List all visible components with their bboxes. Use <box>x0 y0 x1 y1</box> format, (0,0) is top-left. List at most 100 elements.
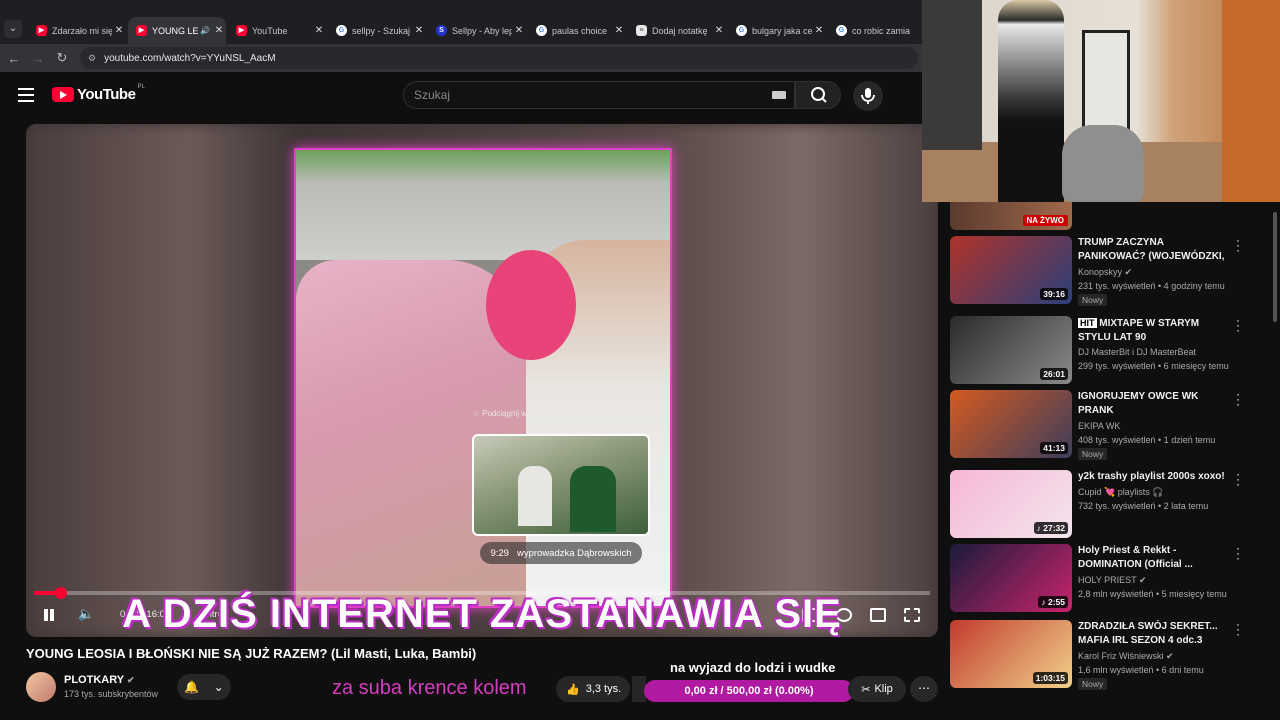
kebab-menu-icon[interactable]: · · · <box>1234 388 1242 410</box>
recommendation-title[interactable]: Holy Priest & Rekkt - DOMINATION (Offici… <box>1078 544 1230 572</box>
tab-4[interactable]: S Sellpy - Aby lep ✕ <box>428 17 526 44</box>
preview-chapter-title: wyprowadzka Dąbrowskich <box>516 547 632 559</box>
recommendation-title[interactable]: HIT MIXTAPE W STARYM STYLU LAT 90 <box>1078 316 1230 344</box>
video-thumbnail[interactable]: 39:16 <box>950 236 1072 304</box>
kebab-menu-icon[interactable]: · · · <box>1234 618 1242 640</box>
more-actions-button[interactable]: ⋯ <box>910 676 938 702</box>
subtitles-icon[interactable] <box>802 608 818 622</box>
music-icon: ♪ <box>1041 597 1046 607</box>
forward-icon[interactable]: → <box>26 51 50 66</box>
volume-icon[interactable]: 🔈 <box>78 606 94 622</box>
video-thumbnail[interactable]: ♪ 27:32 <box>950 470 1072 538</box>
like-button[interactable]: 👍 3,3 tys. <box>556 676 630 702</box>
channel-avatar[interactable] <box>26 672 56 702</box>
voice-search-button[interactable] <box>853 81 883 111</box>
recommendation-title[interactable]: TRUMP ZACZYNA PANIKOWAĆ? (WOJEWÓDZKI, ..… <box>1078 236 1230 264</box>
recommendation-title[interactable]: y2k trashy playlist 2000s xoxo! <box>1078 470 1230 484</box>
video-thumbnail[interactable]: 26:01 <box>950 316 1072 384</box>
browser-tab-strip: ⌄ ▶ Zdarzało mi się ✕ ▶ YOUNG LE 🔊 ✕ ▶ YouTube… <box>0 0 922 44</box>
search-button[interactable] <box>795 81 841 109</box>
hamburger-menu-icon[interactable] <box>18 88 34 102</box>
video-thumbnail[interactable]: ♪ 2:55 <box>950 544 1072 612</box>
sidebar-scrollbar[interactable] <box>1270 202 1280 720</box>
tab-0[interactable]: ▶ Zdarzało mi się ✕ <box>28 17 126 44</box>
keyboard-icon[interactable] <box>772 91 786 99</box>
search-icon <box>811 87 827 103</box>
preview-time: 9:29 <box>490 547 509 559</box>
recommendation-item[interactable]: ♪ 27:32 y2k trashy playlist 2000s xoxo! … <box>946 468 1266 540</box>
tab-8[interactable]: Gco robic zamia <box>828 17 922 44</box>
video-player[interactable]: ☆ Podciągnij w górę, aby wyszukiwać prec… <box>26 124 938 637</box>
recommendation-item[interactable]: 39:16 TRUMP ZACZYNA PANIKOWAĆ? (WOJEWÓDZ… <box>946 234 1266 306</box>
youtube-logo[interactable]: YouTube PL <box>52 84 145 103</box>
close-icon[interactable]: ✕ <box>412 25 426 36</box>
recommendation-item[interactable]: 1:03:15 ZDRADZIŁA SWÓJ SEKRET... MAFIA I… <box>946 618 1266 690</box>
close-icon[interactable]: ✕ <box>512 25 526 36</box>
recommendation-item[interactable]: ♪ 2:55 Holy Priest & Rekkt - DOMINATION … <box>946 542 1266 614</box>
speaker-icon[interactable]: 🔊 <box>198 26 212 35</box>
duration-badge: ♪ 27:32 <box>1033 522 1068 534</box>
channel-name[interactable]: PLOTKARY ✔ <box>64 674 135 686</box>
scrollbar-thumb[interactable] <box>1273 212 1277 322</box>
tab-6[interactable]: ≡ Dodaj notatkę ✕ <box>628 17 726 44</box>
video-thumbnail[interactable]: 41:13 <box>950 390 1072 458</box>
stream-overlay-goal-text: na wyjazd do lodzi i wudke <box>670 660 836 675</box>
recommendation-title[interactable]: IGNORUJEMY OWCE WK PRANK <box>1078 390 1230 418</box>
recommendations-sidebar: NA ŻYWO 39:16 TRUMP ZACZYNA PANIKOWAĆ? (… <box>946 202 1280 720</box>
channel-text: Karol Friz Wiśniewski <box>1078 651 1164 661</box>
live-video-thumbnail[interactable]: NA ŻYWO <box>950 202 1072 230</box>
kebab-menu-icon[interactable]: · · · <box>1234 314 1242 336</box>
kebab-menu-icon[interactable]: · · · <box>1234 234 1242 256</box>
channel-text: Konopskyy <box>1078 267 1123 277</box>
tab-7[interactable]: Gbulgary jaka ce ✕ <box>728 17 826 44</box>
search-input[interactable] <box>404 82 744 108</box>
recommendation-channel[interactable]: Karol Friz Wiśniewski ✔ <box>1078 651 1174 662</box>
tab-5[interactable]: Gpaulas choice ✕ <box>528 17 626 44</box>
video-thumbnail[interactable]: 1:03:15 <box>950 620 1072 688</box>
duration-badge: 41:13 <box>1040 442 1068 454</box>
recommendation-channel[interactable]: Cupid 💘 playlists 🎧 <box>1078 487 1163 498</box>
settings-icon[interactable] <box>836 608 852 622</box>
tab-title: sellpy - Szukaj <box>352 25 411 36</box>
tab-2[interactable]: ▶ YouTube ✕ <box>228 17 326 44</box>
scrubber-handle[interactable] <box>54 587 67 599</box>
kebab-menu-icon[interactable]: · · · <box>1234 468 1242 490</box>
time-display: 0:29 / 16:06 <box>120 609 171 620</box>
duration-text: 2:55 <box>1047 597 1065 607</box>
theater-mode-icon[interactable] <box>870 608 886 622</box>
site-info-icon[interactable]: ⚙ <box>88 53 96 64</box>
recommendation-title[interactable]: ZDRADZIŁA SWÓJ SEKRET... MAFIA IRL SEZON… <box>1078 620 1230 648</box>
recommendation-item[interactable]: 41:13 IGNORUJEMY OWCE WK PRANK EKIPA WK … <box>946 388 1266 460</box>
fullscreen-icon[interactable] <box>904 608 920 622</box>
youtube-icon: ▶ <box>136 25 147 36</box>
tab-title: paulas choice <box>552 25 608 36</box>
clip-button[interactable]: ✂ Klip <box>848 676 906 702</box>
url-field[interactable]: ⚙ youtube.com/watch?v=YYuNSL_AacM <box>80 47 918 69</box>
tab-1[interactable]: ▶ YOUNG LE 🔊 ✕ <box>128 17 226 44</box>
webcam-cabinet <box>1222 0 1280 202</box>
tab-title: YouTube <box>252 25 288 36</box>
tab-3[interactable]: Gsellpy - Szukaj ✕ <box>328 17 426 44</box>
tab-search-button[interactable]: ⌄ <box>4 20 22 38</box>
close-icon[interactable]: ✕ <box>812 25 826 36</box>
close-icon[interactable]: ✕ <box>312 25 326 36</box>
recommendation-channel[interactable]: HOLY PRIEST ✔ <box>1078 575 1147 586</box>
duration-badge: 1:03:15 <box>1032 672 1068 684</box>
chapter-label[interactable]: Intro › <box>204 609 229 620</box>
close-icon[interactable]: ✕ <box>112 25 126 36</box>
recommendation-channel[interactable]: EKIPA WK <box>1078 421 1120 431</box>
reload-icon[interactable]: ↻ <box>50 50 74 66</box>
youtube-header: YouTube PL <box>0 72 938 120</box>
recommendation-item[interactable]: 26:01 HIT MIXTAPE W STARYM STYLU LAT 90 … <box>946 314 1266 386</box>
close-icon[interactable]: ✕ <box>212 25 226 36</box>
pause-icon[interactable] <box>42 608 56 622</box>
close-icon[interactable]: ✕ <box>612 25 626 36</box>
back-icon[interactable]: ← <box>2 51 26 66</box>
webcam-mirror <box>1082 30 1130 140</box>
recommendation-channel[interactable]: Konopskyy ✔ <box>1078 267 1132 278</box>
close-icon[interactable]: ✕ <box>712 25 726 36</box>
progress-bar[interactable] <box>34 587 930 599</box>
recommendation-channel[interactable]: DJ MasterBit i DJ MasterBeat <box>1078 347 1196 357</box>
notifications-button[interactable]: 🔔 ⌄ <box>177 674 231 700</box>
kebab-menu-icon[interactable]: · · · <box>1234 542 1242 564</box>
